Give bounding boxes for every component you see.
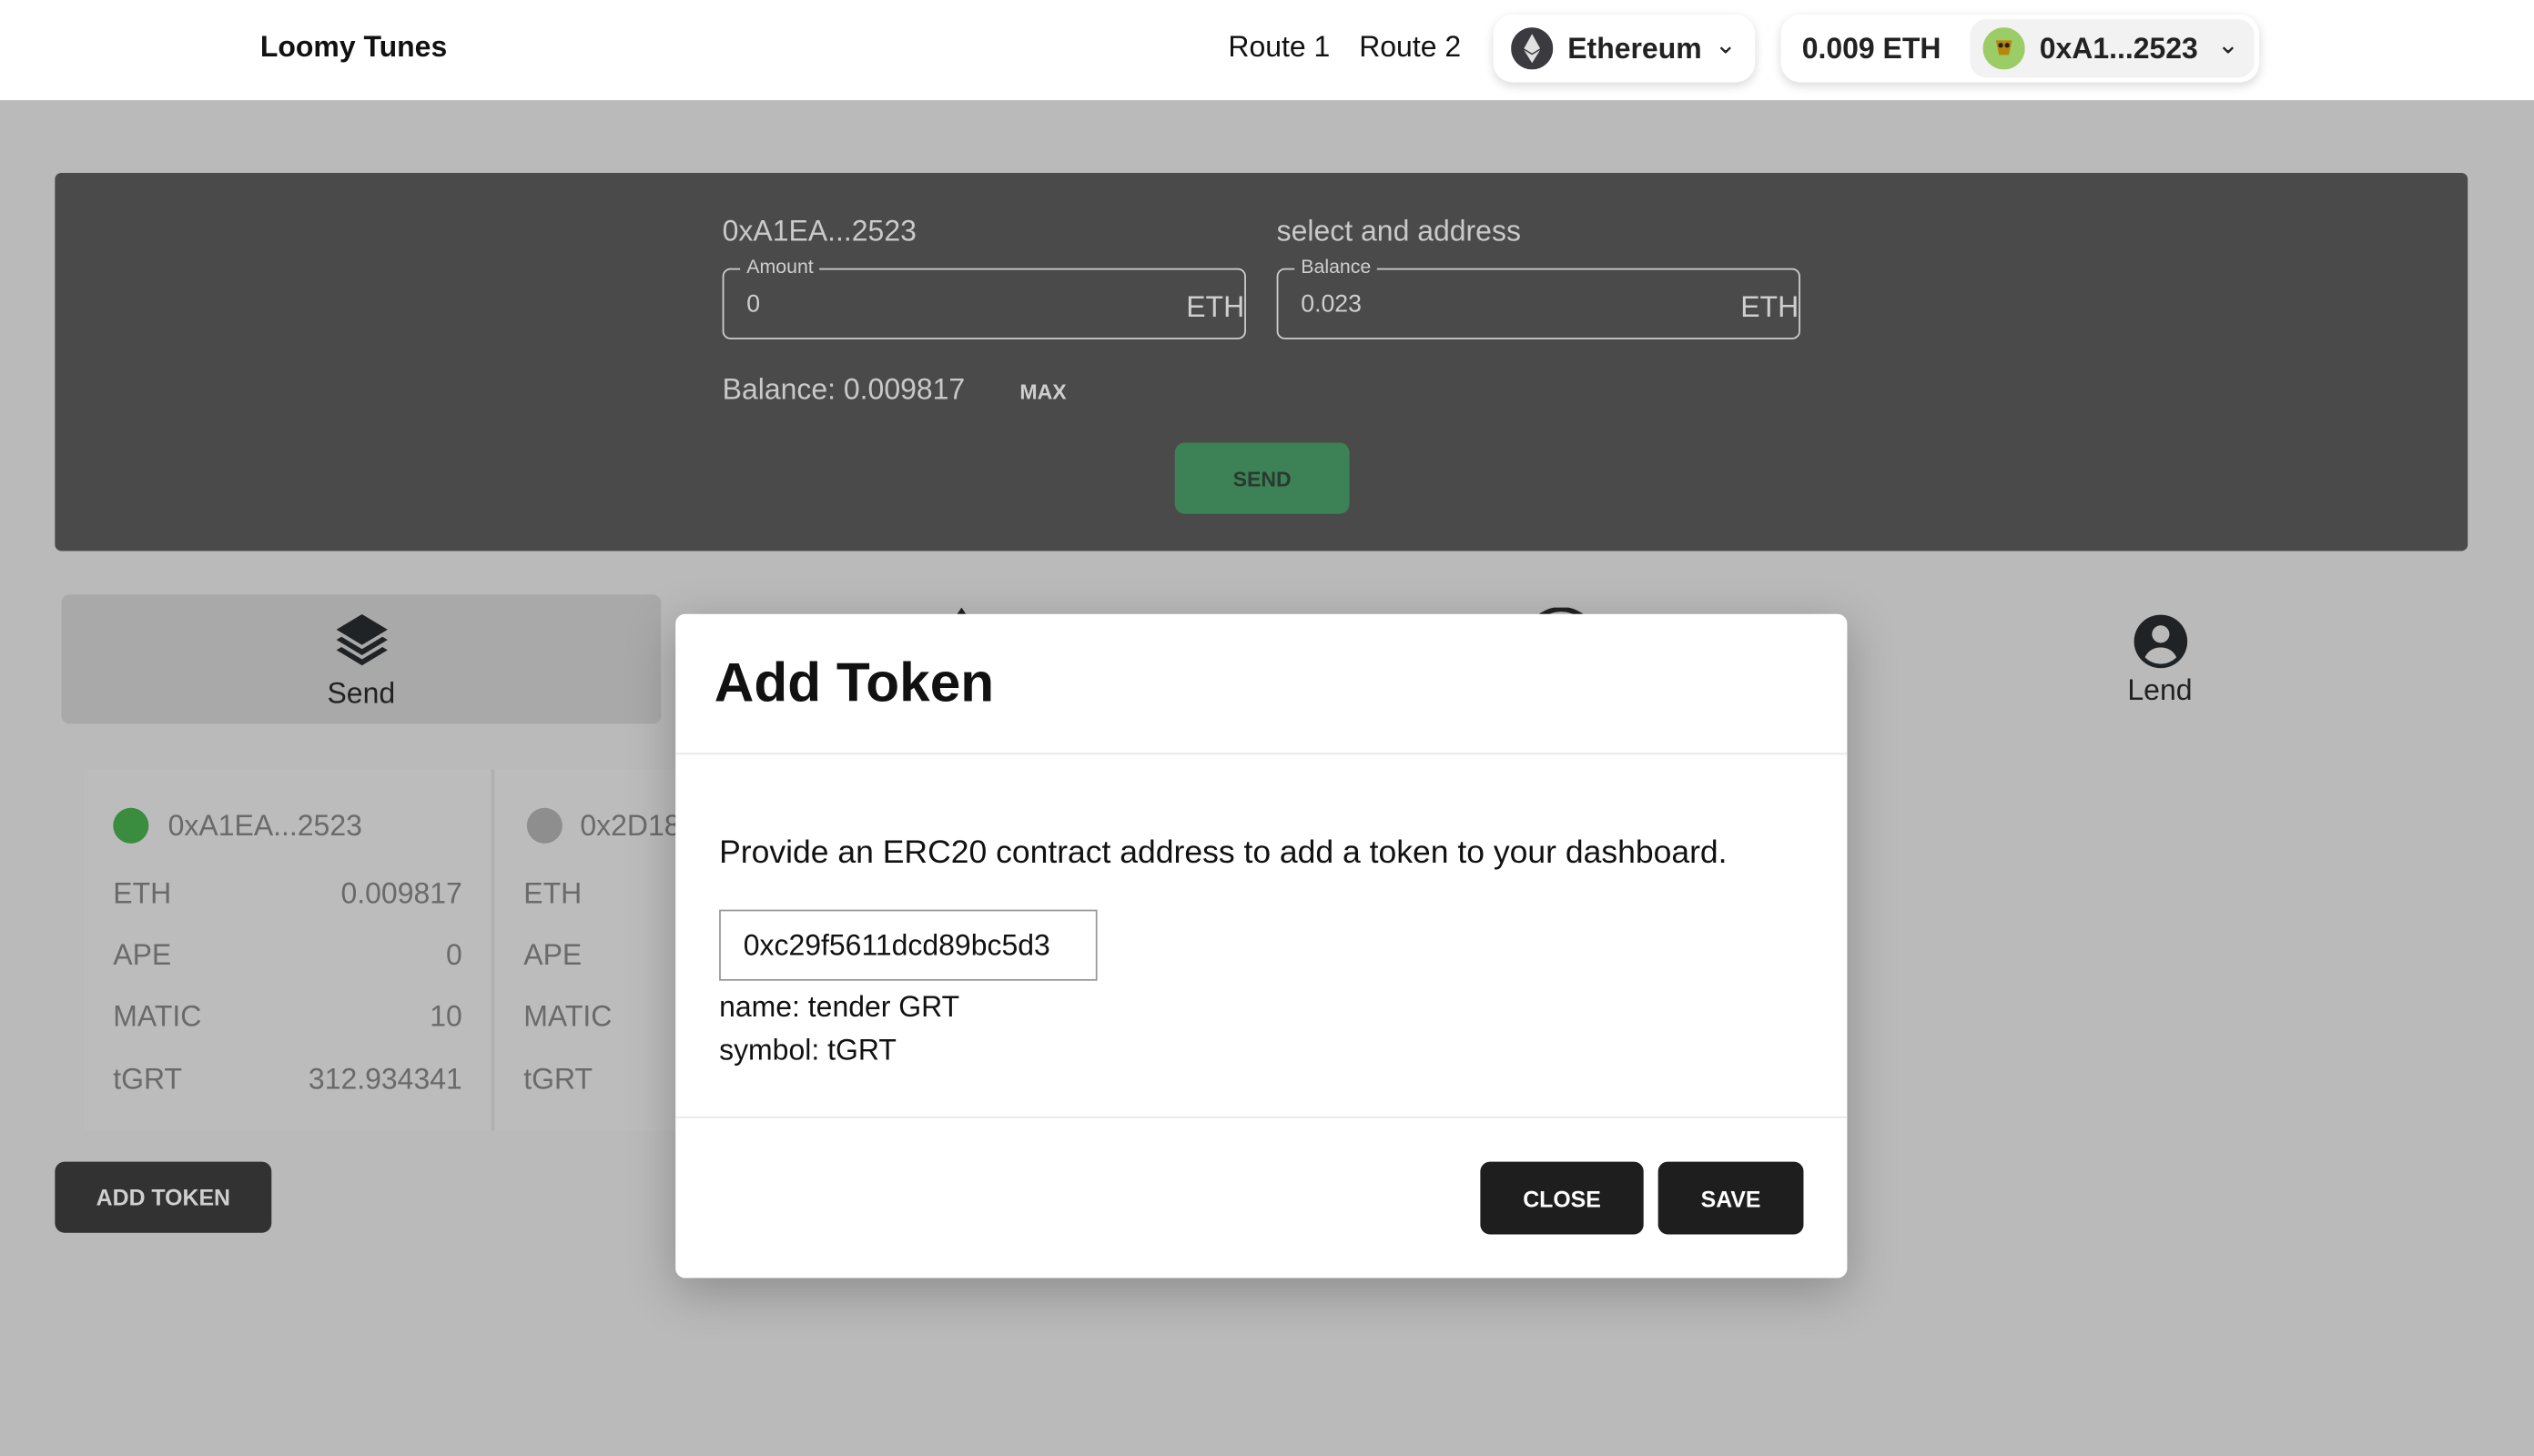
token-name: name: tender GRT (719, 990, 960, 1023)
nav-route-1[interactable]: Route 1 (1228, 31, 1330, 65)
from-address: 0xA1EA...2523 (722, 215, 917, 248)
account-address: 0xA1...2523 (2039, 32, 2198, 66)
modal-description: Provide an ERC20 contract address to add… (719, 834, 1728, 871)
wallet-card[interactable]: 0xA1EA...2523 ETH 0.009817 APE 0 MATIC 10 t… (84, 769, 492, 1131)
save-button[interactable]: SAVE (1657, 1161, 1804, 1235)
token-row: MATIC (523, 1000, 692, 1034)
status-dot (113, 807, 149, 844)
token-symbol: ETH (523, 877, 583, 910)
network-name: Ethereum (1567, 32, 1702, 66)
amount-unit: ETH (1186, 290, 1245, 324)
divider (675, 753, 1848, 755)
token-symbol: tGRT (523, 1063, 593, 1096)
balance-label: Balance (1294, 255, 1378, 278)
balance-text: Balance: 0.009817 (722, 373, 966, 406)
token-symbol: symbol: tGRT (719, 1034, 897, 1067)
chevron-down-icon: ⌄ (1714, 32, 1737, 60)
add-token-modal: Add Token Provide an ERC20 contract addr… (675, 613, 1848, 1279)
send-button[interactable]: SEND (1174, 442, 1350, 514)
nav-route-2[interactable]: Route 2 (1359, 31, 1461, 65)
wallet-address: 0xA1EA...2523 (167, 809, 362, 843)
token-row: tGRT 312.934341 (113, 1063, 462, 1097)
token-row: MATIC 10 (113, 1000, 462, 1034)
wallet-address: 0x2D18 (580, 809, 681, 843)
ethereum-icon (1511, 27, 1554, 70)
account-button[interactable]: 0xA1...2523 ⌄ (1970, 19, 2255, 78)
token-amount: 10 (430, 1000, 462, 1033)
user-circle-icon (2133, 613, 2187, 668)
amount-value: 0 (746, 290, 761, 318)
amount-label: Amount (740, 255, 820, 278)
tab-label: Lend (2127, 672, 2193, 706)
token-row: APE 0 (113, 939, 462, 973)
token-row: tGRT (523, 1063, 692, 1097)
tab-label: Send (327, 676, 396, 709)
token-symbol: MATIC (523, 1000, 613, 1033)
token-symbol: ETH (113, 877, 172, 910)
chevron-down-icon: ⌄ (2216, 32, 2239, 60)
brand-logo-text[interactable]: Loomy Tunes (260, 31, 447, 65)
contract-address-input[interactable] (719, 909, 1098, 981)
token-symbol: tGRT (113, 1063, 183, 1096)
top-nav: Loomy Tunes Route 1 Route 2 Ethereum ⌄ 0… (0, 0, 2534, 101)
token-row: ETH (523, 877, 692, 911)
token-amount: 312.934341 (308, 1063, 462, 1096)
modal-title: Add Token (714, 652, 995, 714)
close-button[interactable]: CLOSE (1480, 1161, 1644, 1235)
tab-send[interactable]: Send (61, 594, 662, 724)
add-token-button[interactable]: ADD TOKEN (55, 1161, 272, 1233)
account-widget[interactable]: 0.009 ETH 0xA1...2523 ⌄ (1780, 14, 2260, 83)
network-selector[interactable]: Ethereum ⌄ (1493, 14, 1756, 83)
token-symbol: APE (113, 938, 172, 972)
app: Loomy Tunes Route 1 Route 2 Ethereum ⌄ 0… (0, 0, 2534, 1456)
eth-balance: 0.009 ETH (1801, 32, 1941, 66)
token-amount: 0.009817 (340, 877, 462, 910)
status-dot (526, 807, 563, 844)
layers-icon (335, 613, 387, 665)
token-row: ETH 0.009817 (113, 877, 462, 911)
balance-input[interactable]: Balance 0.023 ETH (1276, 255, 1800, 339)
balance-value: 0.023 (1301, 290, 1362, 318)
tab-lend[interactable]: Lend (1860, 594, 2460, 723)
token-symbol: MATIC (113, 1000, 202, 1033)
token-row: APE (523, 939, 692, 973)
balance-unit: ETH (1740, 290, 1799, 324)
divider (675, 1116, 1848, 1118)
avatar (1982, 27, 2025, 70)
max-button[interactable]: MAX (1019, 379, 1066, 404)
token-symbol: APE (523, 938, 583, 972)
to-address-select[interactable]: select and address (1277, 215, 1521, 248)
token-amount: 0 (446, 938, 462, 972)
amount-input[interactable]: Amount 0 ETH (722, 255, 1246, 339)
